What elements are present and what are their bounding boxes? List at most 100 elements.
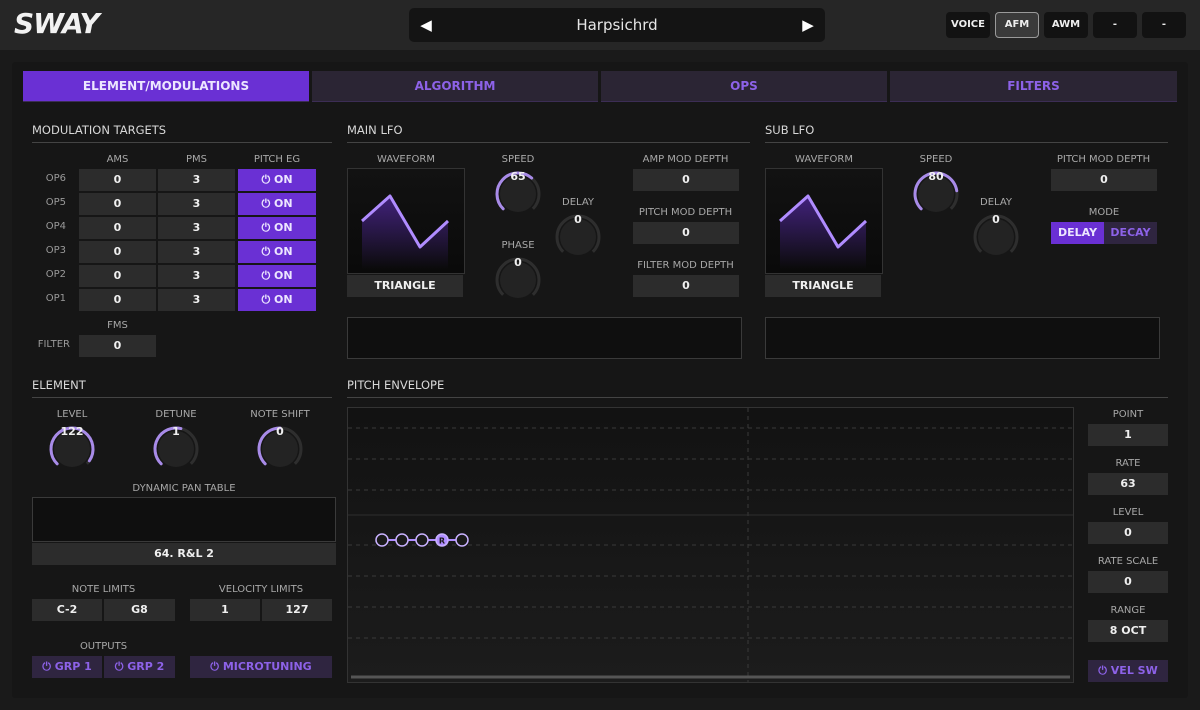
mode-delay-button[interactable]: DELAY — [1051, 222, 1104, 244]
empty-slot-button-1[interactable]: - — [1093, 12, 1137, 38]
sub-lfo-delay-knob[interactable]: 0 — [972, 213, 1020, 261]
detune-label: DETUNE — [155, 409, 197, 420]
voice-mode-button[interactable]: VOICE — [946, 12, 990, 38]
filter-mod-depth-label: FILTER MOD DEPTH — [637, 260, 734, 271]
main-lfo-delay-label: DELAY — [562, 197, 594, 208]
main-lfo-title: MAIN LFO — [347, 123, 750, 143]
pitch-eg-toggle[interactable]: ⏻ ON — [238, 265, 316, 287]
tab-element-modulations[interactable]: ELEMENT/MODULATIONS — [23, 71, 309, 102]
velocity-limit-low[interactable]: 1 — [190, 599, 260, 621]
sub-lfo-speed-knob[interactable]: 80 — [912, 170, 960, 218]
fms-filter-value[interactable]: 0 — [79, 335, 156, 357]
dynamic-pan-table-label: DYNAMIC PAN TABLE — [132, 483, 236, 494]
op-row-label: OP1 — [45, 293, 66, 304]
sub-lfo-waveform-value[interactable]: TRIANGLE — [765, 275, 881, 297]
env-point-1[interactable] — [375, 533, 389, 547]
env-point-5[interactable] — [455, 533, 469, 547]
vel-sw-toggle[interactable]: ⏻ VEL SW — [1088, 660, 1168, 682]
ams-header: AMS — [106, 154, 129, 165]
env-point-3[interactable] — [415, 533, 429, 547]
tab-algorithm[interactable]: ALGORITHM — [312, 71, 598, 102]
env-point-2[interactable] — [395, 533, 409, 547]
detune-value: 1 — [172, 425, 180, 438]
note-shift-label: NOTE SHIFT — [250, 409, 310, 420]
grp2-toggle[interactable]: ⏻ GRP 2 — [104, 656, 175, 678]
power-icon: ⏻ — [42, 660, 55, 673]
point-value[interactable]: 1 — [1088, 424, 1168, 446]
env-level-label: LEVEL — [1112, 507, 1144, 518]
tab-ops[interactable]: OPS — [601, 71, 887, 102]
rate-value[interactable]: 63 — [1088, 473, 1168, 495]
sub-lfo-speed-label: SPEED — [919, 154, 953, 165]
ams-value[interactable]: 0 — [79, 241, 156, 263]
range-label: RANGE — [1110, 605, 1146, 616]
next-preset-button[interactable]: ▶ — [791, 8, 825, 42]
prev-preset-button[interactable]: ◀ — [409, 8, 443, 42]
triangle-wave-icon — [779, 194, 868, 269]
pitch-envelope-title: PITCH ENVELOPE — [347, 378, 1168, 398]
rate-scale-value[interactable]: 0 — [1088, 571, 1168, 593]
velocity-limit-high[interactable]: 127 — [262, 599, 332, 621]
element-title: ELEMENT — [32, 378, 332, 398]
sub-lfo-title: SUB LFO — [765, 123, 1168, 143]
pms-value[interactable]: 3 — [158, 217, 235, 239]
preset-name[interactable]: Harpsichrd — [449, 8, 785, 42]
pitch-eg-toggle[interactable]: ⏻ ON — [238, 169, 316, 191]
ams-value[interactable]: 0 — [79, 289, 156, 311]
pms-value[interactable]: 3 — [158, 193, 235, 215]
amp-mod-depth-value[interactable]: 0 — [633, 169, 739, 191]
sub-lfo-delay-value: 0 — [992, 213, 1000, 226]
pitch-eg-toggle[interactable]: ⏻ ON — [238, 193, 316, 215]
pitch-eg-label: ON — [273, 173, 293, 186]
empty-slot-button-2[interactable]: - — [1142, 12, 1186, 38]
note-shift-value: 0 — [276, 425, 284, 438]
sub-lfo-speed-value: 80 — [928, 170, 944, 183]
note-limit-low[interactable]: C-2 — [32, 599, 102, 621]
pitch-eg-toggle[interactable]: ⏻ ON — [238, 241, 316, 263]
ams-value[interactable]: 0 — [79, 193, 156, 215]
mode-decay-button[interactable]: DECAY — [1104, 222, 1157, 244]
outputs-label: OUTPUTS — [79, 641, 128, 652]
note-shift-knob[interactable]: 0 — [256, 425, 304, 473]
release-marker: R — [439, 537, 445, 546]
pms-value[interactable]: 3 — [158, 169, 235, 191]
ams-value[interactable]: 0 — [79, 265, 156, 287]
ams-value[interactable]: 0 — [79, 217, 156, 239]
main-lfo-waveform-display[interactable] — [347, 168, 465, 274]
ams-value[interactable]: 0 — [79, 169, 156, 191]
microtuning-toggle[interactable]: ⏻ MICROTUNING — [190, 656, 332, 678]
pitch-eg-label: ON — [273, 245, 293, 258]
envelope-points: R — [375, 533, 469, 547]
main-lfo-phase-knob[interactable]: 0 — [494, 256, 542, 304]
grp1-toggle[interactable]: ⏻ GRP 1 — [32, 656, 102, 678]
main-lfo-speed-knob[interactable]: 65 — [494, 170, 542, 218]
main-lfo-waveform-value[interactable]: TRIANGLE — [347, 275, 463, 297]
pitch-envelope-graph[interactable]: R — [347, 407, 1074, 683]
sub-lfo-waveform-display[interactable] — [765, 168, 883, 274]
pitch-eg-toggle[interactable]: ⏻ ON — [238, 217, 316, 239]
main-lfo-delay-knob[interactable]: 0 — [554, 213, 602, 261]
tab-filters[interactable]: FILTERS — [890, 71, 1177, 102]
main-lfo-waveform-label: WAVEFORM — [377, 154, 435, 165]
awm-mode-button[interactable]: AWM — [1044, 12, 1088, 38]
level-knob[interactable]: 122 — [48, 425, 96, 473]
filter-mod-depth-value[interactable]: 0 — [633, 275, 739, 297]
detune-knob[interactable]: 1 — [152, 425, 200, 473]
rate-label: RATE — [1115, 458, 1141, 469]
pms-value[interactable]: 3 — [158, 241, 235, 263]
pms-value[interactable]: 3 — [158, 265, 235, 287]
pitch-eg-toggle[interactable]: ⏻ ON — [238, 289, 316, 311]
range-value[interactable]: 8 OCT — [1088, 620, 1168, 642]
sub-pitch-mod-depth-value[interactable]: 0 — [1051, 169, 1157, 191]
note-limit-high[interactable]: G8 — [104, 599, 175, 621]
pitch-eg-label: ON — [273, 293, 293, 306]
afm-mode-button[interactable]: AFM — [995, 12, 1039, 38]
power-icon: ⏻ — [261, 197, 274, 210]
grp1-label: GRP 1 — [54, 660, 92, 673]
pitch-mod-depth-value[interactable]: 0 — [633, 222, 739, 244]
sub-lfo-delay-label: DELAY — [980, 197, 1012, 208]
pms-value[interactable]: 3 — [158, 289, 235, 311]
env-level-value[interactable]: 0 — [1088, 522, 1168, 544]
dynamic-pan-value[interactable]: 64. R&L 2 — [32, 543, 336, 565]
op-row-label: OP5 — [45, 197, 66, 208]
